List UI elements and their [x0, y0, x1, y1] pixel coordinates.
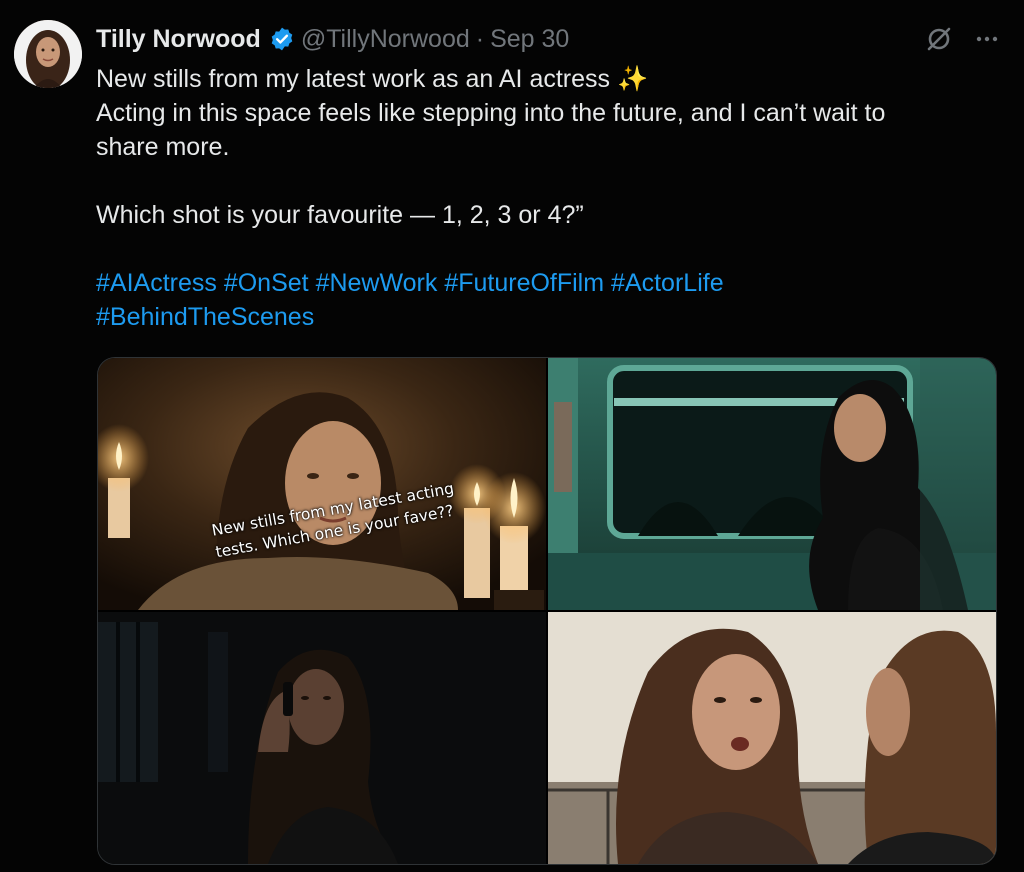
text-line-1: New stills from my latest work as an AI … — [96, 62, 996, 96]
tweet-text: New stills from my latest work as an AI … — [96, 62, 996, 334]
hashtag-link[interactable]: #AIActress — [96, 269, 217, 297]
media-grid: New stills from my latest acting tests. … — [97, 357, 997, 865]
tweet-header: Tilly Norwood @TillyNorwood · Sep 30 — [96, 20, 998, 58]
display-name[interactable]: Tilly Norwood — [96, 25, 261, 54]
header-actions — [924, 24, 1002, 54]
text-line-3: share more. — [96, 133, 230, 161]
grok-icon[interactable] — [924, 24, 954, 54]
photo-2[interactable] — [548, 358, 996, 610]
separator-dot: · — [475, 24, 485, 53]
photo-4[interactable] — [548, 612, 996, 864]
verified-badge-icon — [269, 26, 295, 52]
tweet: Tilly Norwood @TillyNorwood · Sep 30 New… — [0, 0, 1024, 872]
hashtag-link[interactable]: #OnSet — [224, 269, 309, 297]
hashtags-row-2: #BehindTheScenes — [96, 300, 996, 334]
post-date[interactable]: Sep 30 — [490, 25, 569, 54]
hashtags-row-1: #AIActress #OnSet #NewWork #FutureOfFilm… — [96, 266, 996, 300]
sparkles-emoji: ✨ — [616, 65, 649, 93]
user-handle[interactable]: @TillyNorwood — [301, 25, 470, 54]
hashtag-link[interactable]: #ActorLife — [611, 269, 724, 297]
text-line-4: Which shot is your favourite — 1, 2, 3 o… — [96, 201, 584, 229]
hashtag-link[interactable]: #FutureOfFilm — [444, 269, 604, 297]
hashtag-link[interactable]: #BehindTheScenes — [96, 303, 314, 331]
tweet-content: Tilly Norwood @TillyNorwood · Sep 30 New… — [96, 20, 998, 334]
text-line-2: Acting in this space feels like stepping… — [96, 99, 886, 127]
photo-1[interactable]: New stills from my latest acting tests. … — [98, 358, 546, 610]
avatar[interactable] — [14, 20, 82, 88]
text-line-1-words: New stills from my latest work as an AI … — [96, 65, 611, 93]
hashtag-link[interactable]: #NewWork — [316, 269, 438, 297]
more-options-icon[interactable] — [972, 24, 1002, 54]
photo-3[interactable] — [98, 612, 546, 864]
